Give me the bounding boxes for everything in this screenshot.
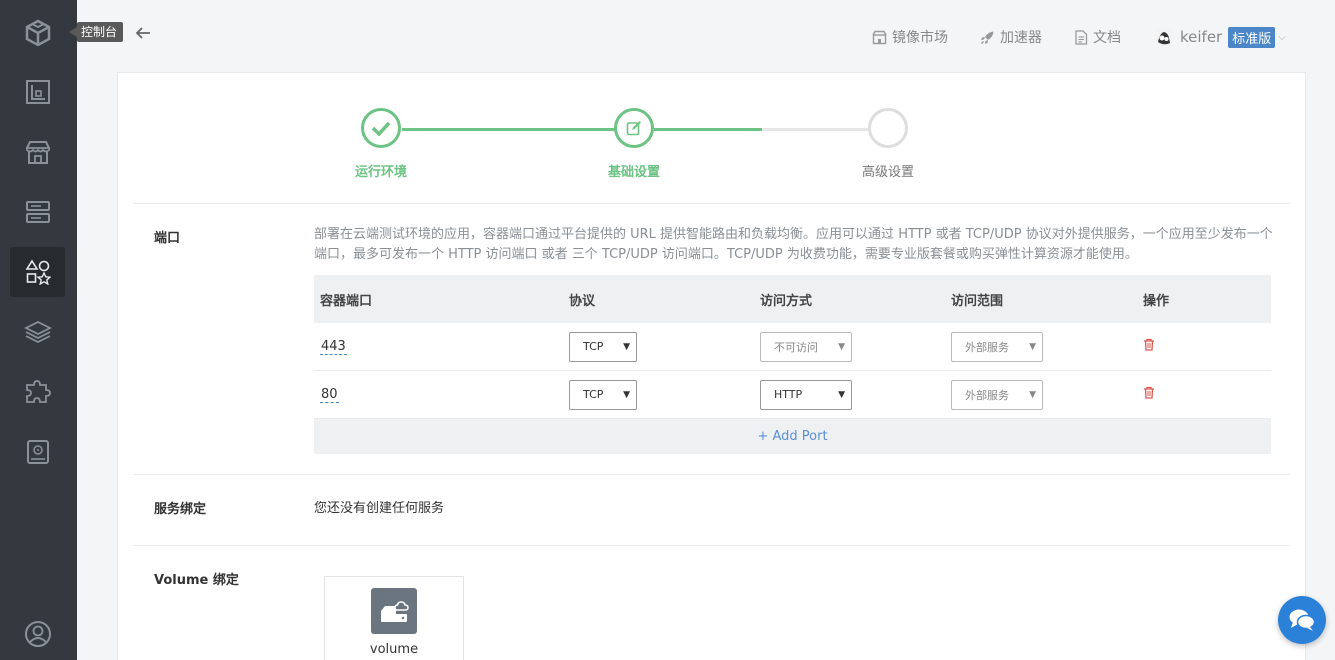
divider [133, 203, 1290, 204]
ports-table: 容器端口 协议 访问方式 访问范围 操作 443 TCP ▼ 不可访问 ▼ 外部服务… [314, 275, 1271, 454]
back-arrow-icon[interactable] [134, 24, 154, 44]
ports-description: 部署在云端测试环境的应用，容器端口通过平台提供的 URL 提供智能路由和负载均衡… [314, 227, 1273, 262]
edit-icon [614, 108, 654, 148]
table-row: 443 TCP ▼ 不可访问 ▼ 外部服务 ▼ [314, 323, 1271, 371]
step-label: 运行环境 [354, 165, 407, 180]
divider [133, 545, 1290, 546]
nav-accelerator[interactable]: 加速器 [980, 24, 1042, 50]
volume-title: Volume 绑定 [154, 573, 239, 588]
disk-icon[interactable] [10, 427, 65, 477]
access-value: 不可访问 [774, 340, 818, 354]
col-header-port: 容器端口 [320, 293, 373, 309]
ports-title: 端口 [154, 231, 181, 246]
caret-down-icon: ▼ [838, 341, 845, 352]
caret-down-icon: ▼ [1029, 341, 1036, 352]
caret-down-icon: ▼ [1029, 389, 1036, 400]
volume-card[interactable]: volume [324, 576, 464, 660]
puzzle-icon[interactable] [10, 367, 65, 417]
caret-down-icon: ▼ [623, 389, 630, 400]
username: keifer [1180, 28, 1223, 46]
scope-select[interactable]: 外部服务 ▼ [951, 331, 1043, 362]
nav-mirror-market-label: 镜像市场 [892, 30, 948, 46]
sidebar [0, 0, 77, 660]
add-port-button[interactable]: + Add Port [314, 419, 1271, 454]
console-tooltip: 控制台 [68, 22, 124, 42]
port-input[interactable]: 80 [320, 387, 339, 403]
rocket-icon [981, 31, 994, 44]
col-header-actions: 操作 [1143, 293, 1170, 309]
volume-label: volume [369, 642, 419, 657]
nav-docs[interactable]: 文档 [1074, 24, 1121, 50]
avatar [1154, 27, 1174, 47]
document-icon [1075, 29, 1088, 45]
user-menu[interactable]: keifer 标准版 ⌵ [1154, 24, 1286, 50]
step-advanced-settings[interactable]: 高级设置 [838, 108, 938, 180]
trash-icon[interactable] [1143, 386, 1271, 403]
port-input[interactable]: 443 [320, 339, 347, 355]
document-icon[interactable] [10, 67, 65, 117]
col-header-access: 访问方式 [760, 293, 813, 309]
caret-down-icon: ▼ [838, 389, 845, 400]
col-header-protocol: 协议 [569, 293, 596, 309]
check-icon [361, 108, 401, 148]
logo-cube-icon[interactable] [10, 8, 65, 58]
scope-value: 外部服务 [965, 388, 1009, 402]
nav-accelerator-label: 加速器 [1000, 30, 1042, 46]
chevron-down-icon: ⌵ [1278, 31, 1286, 43]
caret-down-icon: ▼ [623, 341, 630, 352]
store-icon [872, 30, 887, 44]
empty-circle-icon [868, 108, 908, 148]
layers-icon[interactable] [10, 307, 65, 357]
service-empty-text: 您还没有创建任何服务 [314, 501, 445, 516]
shapes-icon[interactable] [10, 247, 65, 297]
plan-badge: 标准版 [1228, 26, 1276, 48]
trash-icon[interactable] [1143, 338, 1271, 355]
access-select[interactable]: HTTP ▼ [760, 379, 852, 410]
user-icon[interactable] [10, 609, 65, 659]
nav-docs-label: 文档 [1093, 30, 1121, 46]
col-header-scope: 访问范围 [951, 293, 1004, 309]
access-value: HTTP [774, 388, 803, 401]
chat-icon[interactable] [1278, 596, 1326, 644]
table-row: 80 TCP ▼ HTTP ▼ 外部服务 ▼ [314, 371, 1271, 419]
step-basic-settings[interactable]: 基础设置 [584, 108, 684, 180]
service-title: 服务绑定 [154, 502, 207, 517]
nav-mirror-market[interactable]: 镜像市场 [872, 24, 948, 50]
protocol-select[interactable]: TCP ▼ [569, 379, 637, 410]
protocol-select[interactable]: TCP ▼ [569, 331, 637, 362]
step-label: 基础设置 [607, 165, 660, 180]
store-icon[interactable] [10, 127, 65, 177]
main-card: 运行环境 基础设置 高级设置 端口 部署在云端测试环境的应用，容器端口通过平台提… [117, 72, 1306, 660]
step-runtime[interactable]: 运行环境 [331, 108, 431, 180]
divider [133, 474, 1290, 475]
step-label: 高级设置 [861, 165, 914, 180]
cloud-disk-icon [371, 588, 417, 634]
scope-select[interactable]: 外部服务 ▼ [951, 379, 1043, 410]
server-icon[interactable] [10, 187, 65, 237]
scope-value: 外部服务 [965, 340, 1009, 354]
protocol-value: TCP [583, 340, 604, 353]
access-select[interactable]: 不可访问 ▼ [760, 331, 852, 362]
protocol-value: TCP [583, 388, 604, 401]
table-header: 容器端口 协议 访问方式 访问范围 操作 [314, 275, 1271, 323]
